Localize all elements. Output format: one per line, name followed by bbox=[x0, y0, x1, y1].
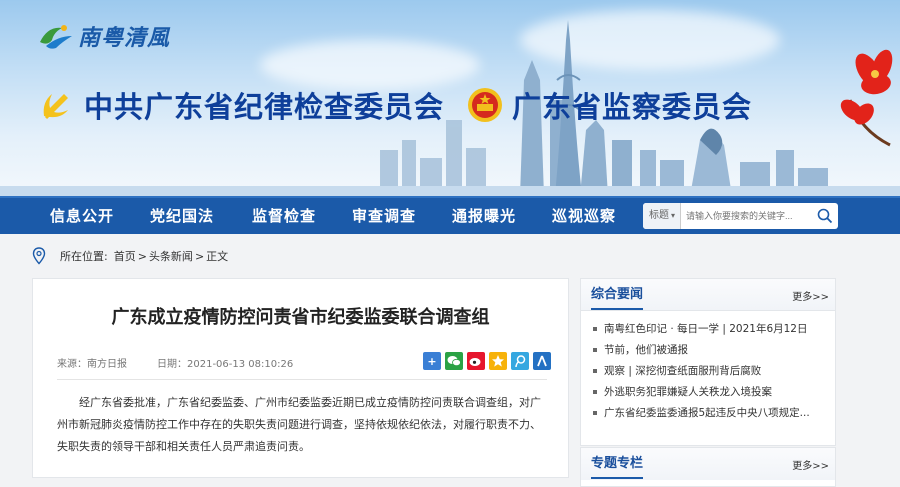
nav-item-party-discipline[interactable]: 党纪国法 bbox=[150, 198, 214, 234]
nav-item-investigation[interactable]: 审查调查 bbox=[352, 198, 416, 234]
breadcrumb-home[interactable]: 首页 bbox=[114, 248, 136, 264]
site-logo[interactable]: 南粤清風 bbox=[38, 20, 170, 52]
sidebar-title: 综合要闻 bbox=[591, 279, 644, 310]
breadcrumb: 所在位置: 首页 > 头条新闻 > 正文 bbox=[32, 246, 230, 266]
sidebar-header: 综合要闻 更多>> bbox=[581, 279, 835, 311]
breadcrumb-label: 所在位置: bbox=[60, 250, 108, 263]
kapok-flower-icon bbox=[840, 49, 893, 147]
location-pin-icon bbox=[32, 247, 46, 265]
logo-text: 南粤清風 bbox=[78, 25, 171, 51]
header-banner: 南粤清風 中共广东省纪律检查委员会 广东省监察委员会 bbox=[0, 0, 900, 196]
share-bar: + bbox=[423, 352, 551, 370]
weibo-icon[interactable] bbox=[467, 352, 485, 370]
org-title-row: 中共广东省纪律检查委员会 广东省监察委员会 bbox=[38, 84, 752, 126]
breadcrumb-separator: > bbox=[137, 249, 147, 263]
wave-leaf-logo-icon bbox=[40, 25, 72, 49]
article-date: 日期：2021-06-13 08:10:26 bbox=[157, 359, 294, 370]
news-item[interactable]: 南粤红色印记 · 每日一学 | 2021年6月12日 bbox=[593, 319, 835, 340]
article-meta: 来源：南方日报 日期：2021-06-13 08:10:26 bbox=[57, 355, 293, 370]
news-list: 南粤红色印记 · 每日一学 | 2021年6月12日 节前，他们被通报 观察 |… bbox=[581, 311, 835, 424]
article-title: 广东成立疫情防控问责省市纪委监委联合调查组 bbox=[111, 307, 490, 328]
search-type-select[interactable]: 标题 bbox=[643, 203, 681, 229]
more-link[interactable]: 更多>> bbox=[792, 288, 829, 303]
news-item[interactable]: 观察 | 深挖彻查纸面服刑背后腐败 bbox=[593, 361, 835, 382]
nav-item-supervision[interactable]: 监督检查 bbox=[252, 198, 316, 234]
more-link[interactable]: 更多>> bbox=[792, 457, 829, 472]
nav-item-exposure[interactable]: 通报曝光 bbox=[452, 198, 516, 234]
nav-item-inspection[interactable]: 巡视巡察 bbox=[552, 198, 616, 234]
org-supervision-title: 广东省监察委员会 bbox=[512, 90, 753, 124]
article-source: 来源：南方日报 bbox=[57, 359, 127, 370]
news-sidebar: 综合要闻 更多>> 南粤红色印记 · 每日一学 | 2021年6月12日 节前，… bbox=[580, 278, 836, 446]
tencent-weibo-icon[interactable] bbox=[511, 352, 529, 370]
article-body: 经广东省委批准，广东省纪委监委、广州市纪委监委近期已成立疫情防控问责联合调查组，… bbox=[57, 396, 541, 453]
nav-item-info-disclosure[interactable]: 信息公开 bbox=[50, 198, 114, 234]
wechat-icon[interactable] bbox=[445, 352, 463, 370]
breadcrumb-current: 正文 bbox=[206, 250, 229, 263]
news-item[interactable]: 节前，他们被通报 bbox=[593, 340, 835, 361]
article-divider bbox=[57, 379, 547, 380]
plus-share-icon[interactable]: + bbox=[423, 352, 441, 370]
breadcrumb-headlines[interactable]: 头条新闻 bbox=[149, 248, 193, 264]
org-party-title: 中共广东省纪律检查委员会 bbox=[84, 90, 445, 124]
search-button[interactable] bbox=[812, 203, 838, 229]
news-item[interactable]: 广东省纪委监委通报5起违反中央八项规定... bbox=[593, 403, 835, 424]
topics-sidebar: 专题专栏 更多>> bbox=[580, 447, 836, 487]
search-box: 标题 bbox=[643, 203, 838, 229]
party-emblem-icon bbox=[43, 94, 68, 120]
search-input[interactable] bbox=[681, 203, 812, 229]
main-nav: 信息公开 党纪国法 监督检查 审查调查 通报曝光 巡视巡察 标题 bbox=[0, 196, 900, 234]
search-icon bbox=[817, 208, 833, 224]
article-panel: 广东成立疫情防控问责省市纪委监委联合调查组 来源：南方日报 日期：2021-06… bbox=[32, 278, 569, 478]
news-item[interactable]: 外逃职务犯罪嫌疑人关秩龙入境投案 bbox=[593, 382, 835, 403]
national-emblem-icon bbox=[468, 88, 503, 122]
sidebar-header: 专题专栏 更多>> bbox=[581, 448, 835, 480]
qzone-icon[interactable] bbox=[489, 352, 507, 370]
sidebar-title: 专题专栏 bbox=[591, 448, 644, 479]
breadcrumb-separator: > bbox=[194, 249, 205, 263]
renren-icon[interactable] bbox=[533, 352, 551, 370]
